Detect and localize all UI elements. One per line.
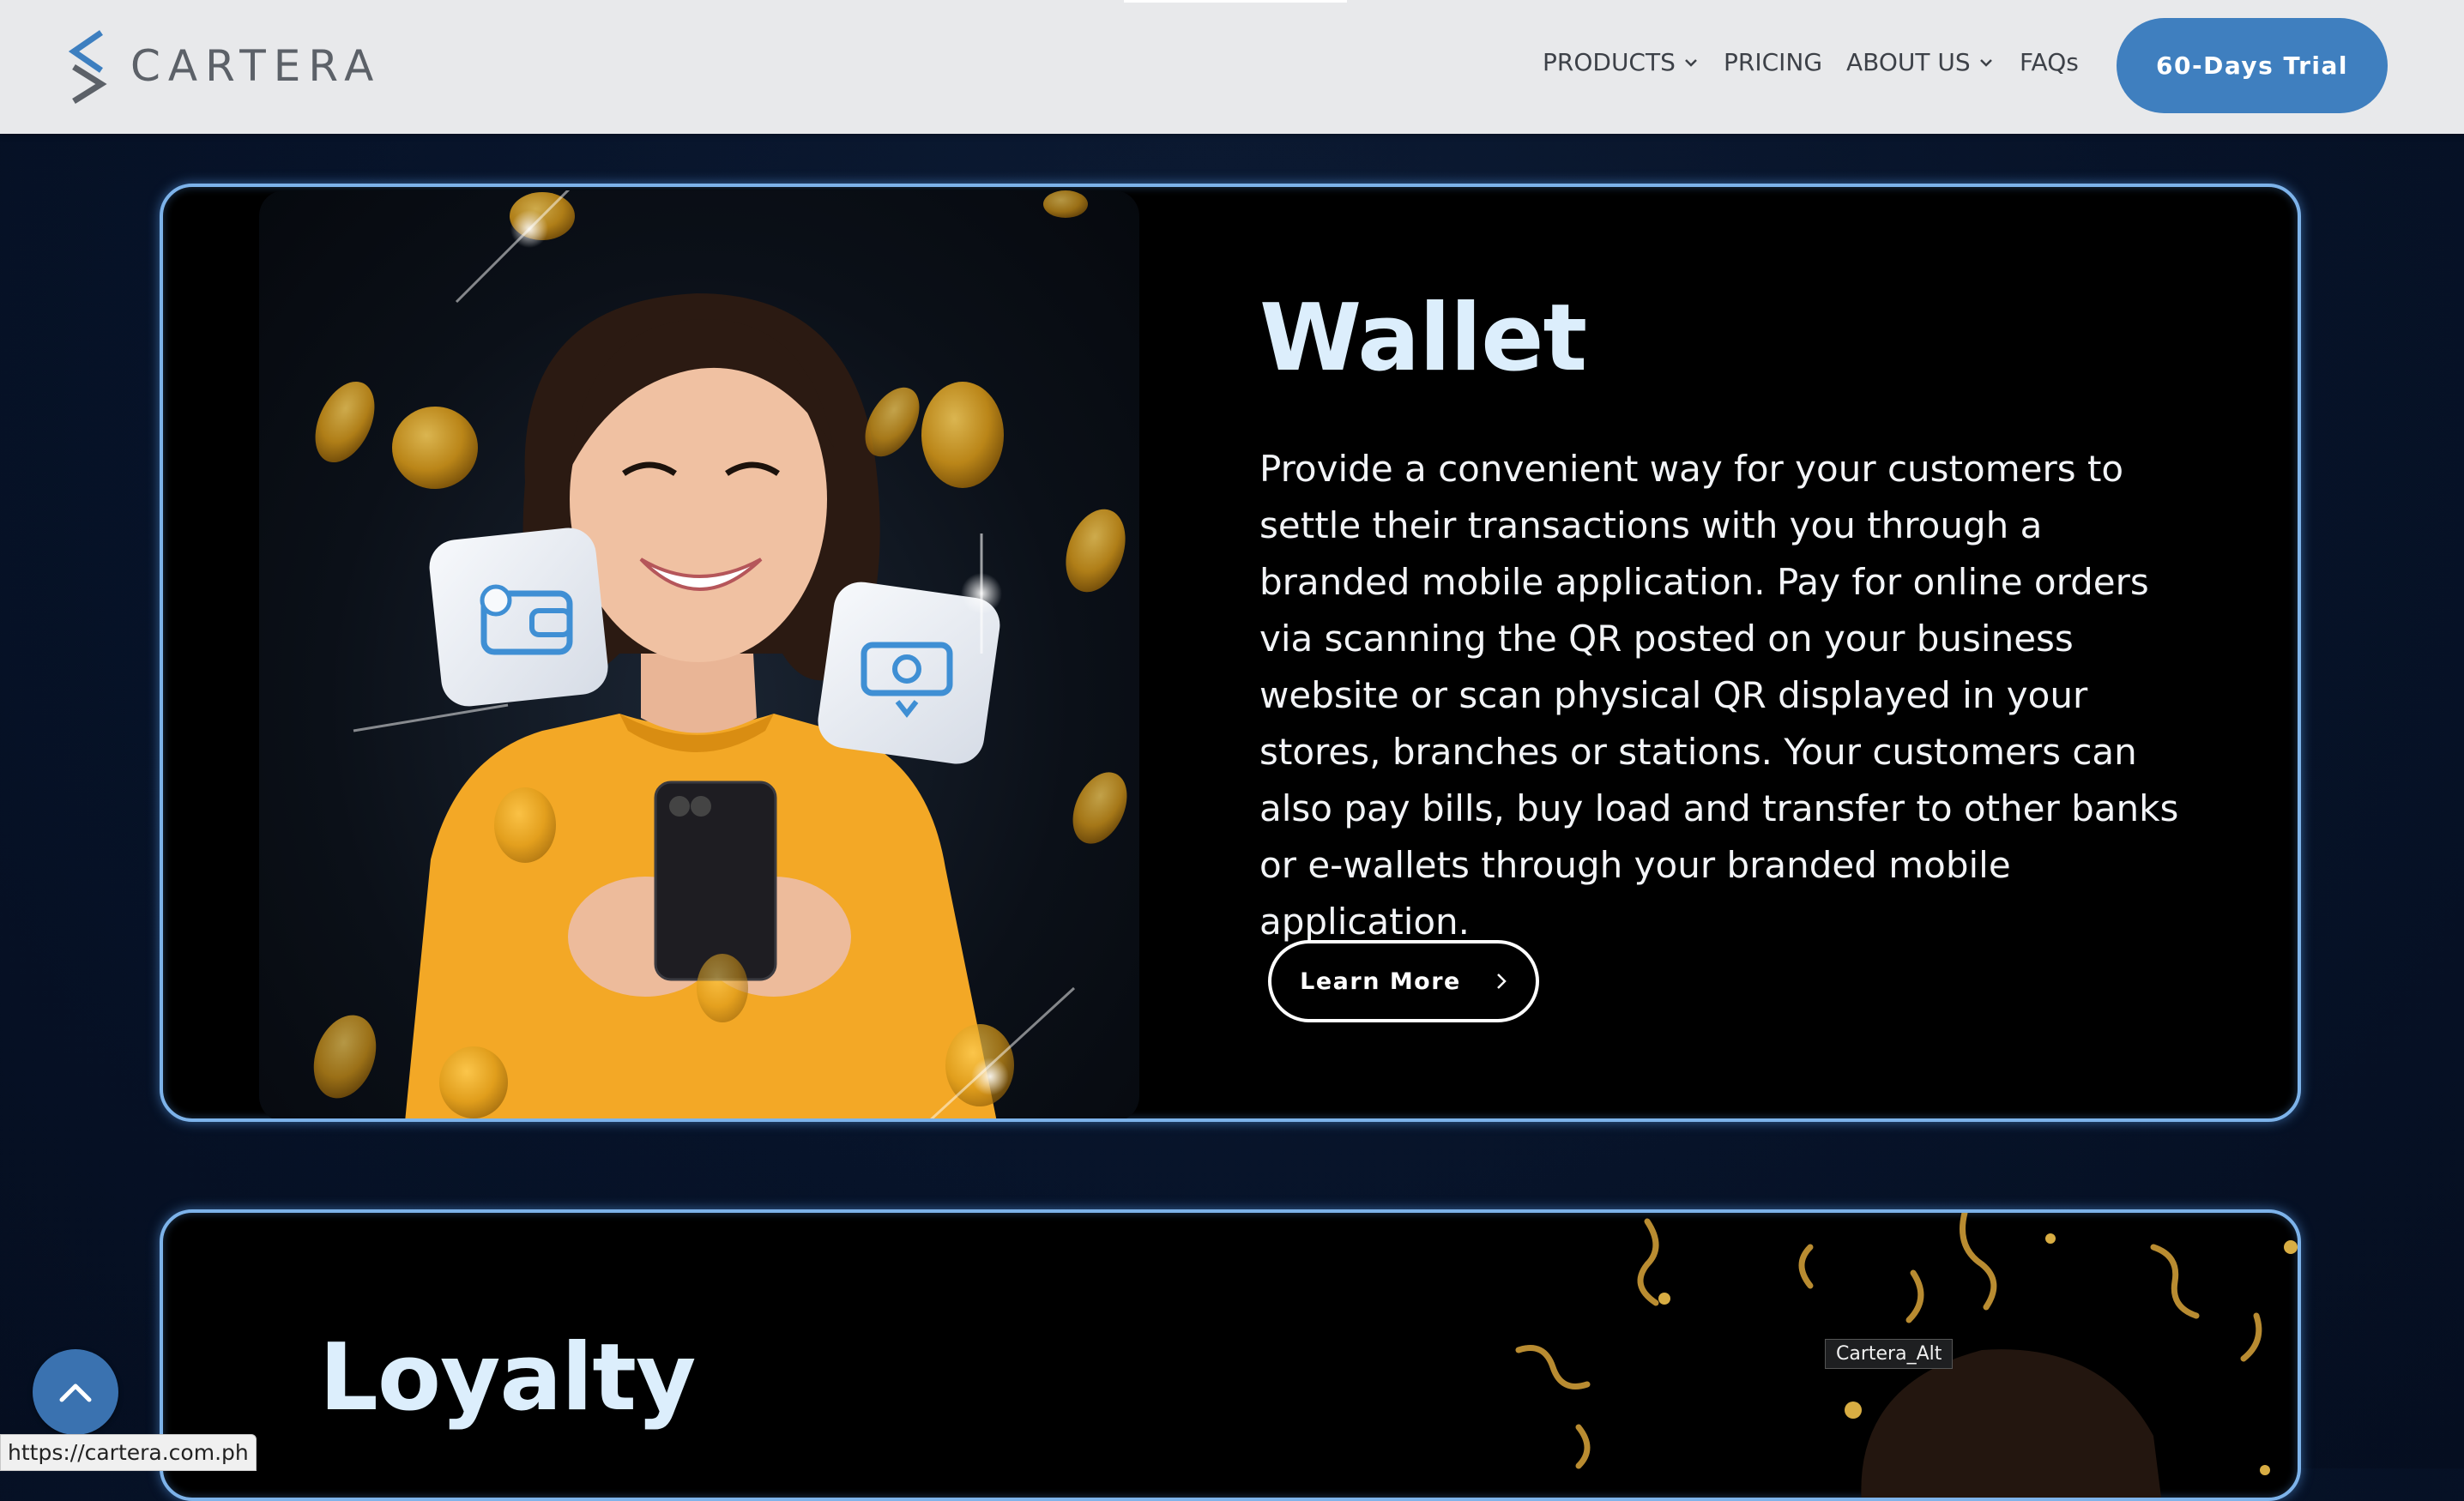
wallet-title: Wallet	[1259, 285, 1587, 392]
nav-products-label: PRODUCTS	[1543, 48, 1676, 76]
cartera-logo-icon[interactable]	[69, 29, 108, 105]
loyalty-title: Loyalty	[319, 1324, 696, 1432]
wallet-icon	[429, 527, 608, 707]
woman-with-phone-illustration	[313, 190, 1127, 1118]
learn-more-button[interactable]: Learn More	[1268, 940, 1539, 1022]
loyalty-card: Loyalty	[160, 1209, 2301, 1501]
trial-button[interactable]: 60-Days Trial	[2117, 18, 2388, 113]
nav-faqs-label: FAQs	[2020, 48, 2079, 76]
chevron-right-icon	[1496, 974, 1507, 989]
wallet-description: Provide a convenient way for your custom…	[1259, 448, 2179, 943]
chevron-down-icon	[1684, 58, 1697, 67]
status-bar-url: https://cartera.com.ph	[0, 1434, 257, 1471]
wallet-hero-image	[259, 190, 1139, 1118]
nav-products[interactable]: PRODUCTS	[1543, 48, 1698, 76]
chevron-up-icon	[59, 1383, 92, 1402]
nav-about-us[interactable]: ABOUT US	[1846, 48, 1993, 76]
image-alt-tooltip: Cartera_Alt	[1825, 1339, 1954, 1369]
nav-pricing-label: PRICING	[1724, 48, 1823, 76]
nav-faqs[interactable]: FAQs	[2020, 48, 2079, 76]
site-header: CARTERA PRODUCTS PRICING ABOUT US FAQs 6…	[0, 0, 2464, 134]
nav-pricing[interactable]: PRICING	[1724, 48, 1822, 76]
nav-about-label: ABOUT US	[1846, 48, 1971, 76]
scroll-to-top-button[interactable]	[33, 1349, 118, 1435]
brand-name[interactable]: CARTERA	[130, 41, 381, 91]
learn-more-label: Learn More	[1300, 968, 1461, 995]
wallet-card: Wallet Provide a convenient way for your…	[160, 184, 2301, 1122]
chevron-down-icon	[1979, 58, 1992, 67]
header-divider	[1124, 0, 1347, 3]
